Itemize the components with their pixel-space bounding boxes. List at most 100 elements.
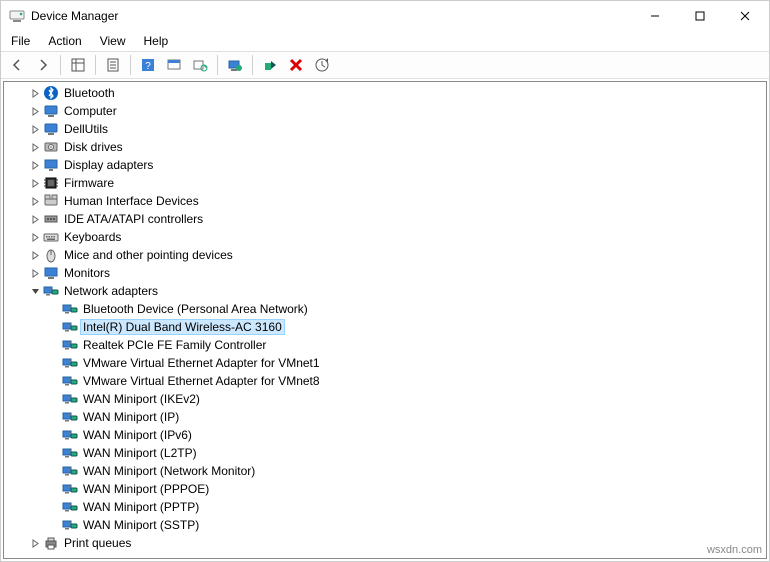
scan-hardware-button[interactable] <box>310 53 334 77</box>
properties-button[interactable] <box>101 53 125 77</box>
tree-node-label: IDE ATA/ATAPI controllers <box>61 211 206 227</box>
tree-node[interactable]: IDE ATA/ATAPI controllers <box>4 210 766 228</box>
expand-icon[interactable] <box>27 85 43 101</box>
tree-node[interactable]: WAN Miniport (L2TP) <box>4 444 766 462</box>
network-icon <box>62 301 78 317</box>
expand-icon[interactable] <box>27 139 43 155</box>
expand-icon[interactable] <box>27 211 43 227</box>
expand-icon[interactable] <box>27 229 43 245</box>
menu-help[interactable]: Help <box>138 32 175 50</box>
tree-node[interactable]: Display adapters <box>4 156 766 174</box>
tree-node[interactable]: Realtek PCIe FE Family Controller <box>4 336 766 354</box>
toolbar-separator <box>60 55 61 75</box>
tree-node[interactable]: Bluetooth Device (Personal Area Network) <box>4 300 766 318</box>
tree-node[interactable]: DellUtils <box>4 120 766 138</box>
toolbar: ? <box>1 51 769 79</box>
monitor-icon <box>43 265 59 281</box>
tree-node[interactable]: Network adapters <box>4 282 766 300</box>
expander-none <box>46 319 62 335</box>
enable-button[interactable] <box>258 53 282 77</box>
expand-icon[interactable] <box>27 265 43 281</box>
app-icon <box>9 8 25 24</box>
svg-text:?: ? <box>145 61 151 72</box>
tree-node[interactable]: WAN Miniport (IPv6) <box>4 426 766 444</box>
firmware-icon <box>43 175 59 191</box>
tree-node[interactable]: WAN Miniport (IKEv2) <box>4 390 766 408</box>
window-title: Device Manager <box>31 9 632 23</box>
watermark: wsxdn.com <box>707 544 762 556</box>
tree-node[interactable]: WAN Miniport (SSTP) <box>4 516 766 534</box>
network-icon <box>43 283 59 299</box>
tree-node-label: Human Interface Devices <box>61 193 202 209</box>
network-icon <box>62 481 78 497</box>
expand-icon[interactable] <box>27 193 43 209</box>
tree-node[interactable]: Human Interface Devices <box>4 192 766 210</box>
expand-icon[interactable] <box>27 157 43 173</box>
scan-button[interactable] <box>188 53 212 77</box>
expand-icon[interactable] <box>27 103 43 119</box>
back-button[interactable] <box>5 53 29 77</box>
tree-node-label: WAN Miniport (L2TP) <box>80 445 200 461</box>
menu-action[interactable]: Action <box>42 32 87 50</box>
printer-icon <box>43 535 59 551</box>
close-button[interactable] <box>722 2 767 30</box>
network-icon <box>62 337 78 353</box>
expand-icon[interactable] <box>27 535 43 551</box>
tree-node-label: Realtek PCIe FE Family Controller <box>80 337 269 353</box>
tree-node[interactable]: Computer <box>4 102 766 120</box>
expand-icon[interactable] <box>27 247 43 263</box>
expander-none <box>46 499 62 515</box>
tree-node[interactable]: Mice and other pointing devices <box>4 246 766 264</box>
network-icon <box>62 499 78 515</box>
tree-node-label: WAN Miniport (Network Monitor) <box>80 463 258 479</box>
forward-button[interactable] <box>31 53 55 77</box>
update-driver-button[interactable] <box>223 53 247 77</box>
tree-node[interactable]: Monitors <box>4 264 766 282</box>
toolbar-separator <box>95 55 96 75</box>
maximize-button[interactable] <box>677 2 722 30</box>
tree-node-label: Network adapters <box>61 283 161 299</box>
expander-none <box>46 517 62 533</box>
uninstall-button[interactable] <box>284 53 308 77</box>
action-button[interactable] <box>162 53 186 77</box>
tree-node[interactable]: Bluetooth <box>4 84 766 102</box>
minimize-button[interactable] <box>632 2 677 30</box>
tree-node[interactable]: WAN Miniport (Network Monitor) <box>4 462 766 480</box>
tree-node[interactable]: WAN Miniport (PPPOE) <box>4 480 766 498</box>
expander-none <box>46 481 62 497</box>
tree-node[interactable]: Disk drives <box>4 138 766 156</box>
tree-node[interactable]: WAN Miniport (PPTP) <box>4 498 766 516</box>
tree-node[interactable]: WAN Miniport (IP) <box>4 408 766 426</box>
computer-icon <box>43 103 59 119</box>
tree-node[interactable]: Intel(R) Dual Band Wireless-AC 3160 <box>4 318 766 336</box>
help-button[interactable]: ? <box>136 53 160 77</box>
tree-node[interactable]: Print queues <box>4 534 766 552</box>
device-tree[interactable]: BluetoothComputerDellUtilsDisk drives Dis… <box>3 81 767 559</box>
menu-file[interactable]: File <box>5 32 36 50</box>
tree-node[interactable]: VMware Virtual Ethernet Adapter for VMne… <box>4 372 766 390</box>
expand-icon[interactable] <box>27 175 43 191</box>
tree-node-label: Monitors <box>61 265 113 281</box>
tree-node-label: Display adapters <box>61 157 156 173</box>
mouse-icon <box>43 247 59 263</box>
tree-node-label: Mice and other pointing devices <box>61 247 236 263</box>
tree-node-label: Firmware <box>61 175 117 191</box>
collapse-icon[interactable] <box>27 283 43 299</box>
bluetooth-icon <box>43 85 59 101</box>
expand-icon[interactable] <box>27 121 43 137</box>
menu-view[interactable]: View <box>94 32 132 50</box>
network-icon <box>62 427 78 443</box>
show-hide-tree-button[interactable] <box>66 53 90 77</box>
tree-node[interactable]: Firmware <box>4 174 766 192</box>
titlebar: Device Manager <box>1 1 769 31</box>
tree-node[interactable]: VMware Virtual Ethernet Adapter for VMne… <box>4 354 766 372</box>
network-icon <box>62 373 78 389</box>
tree-node-label: Bluetooth Device (Personal Area Network) <box>80 301 311 317</box>
network-icon <box>62 355 78 371</box>
tree-node-label: Disk drives <box>61 139 126 155</box>
tree-node-label: WAN Miniport (SSTP) <box>80 517 202 533</box>
keyboard-icon <box>43 229 59 245</box>
tree-node-label: VMware Virtual Ethernet Adapter for VMne… <box>80 373 323 389</box>
tree-node[interactable]: Keyboards <box>4 228 766 246</box>
tree-node-label: WAN Miniport (PPPOE) <box>80 481 212 497</box>
